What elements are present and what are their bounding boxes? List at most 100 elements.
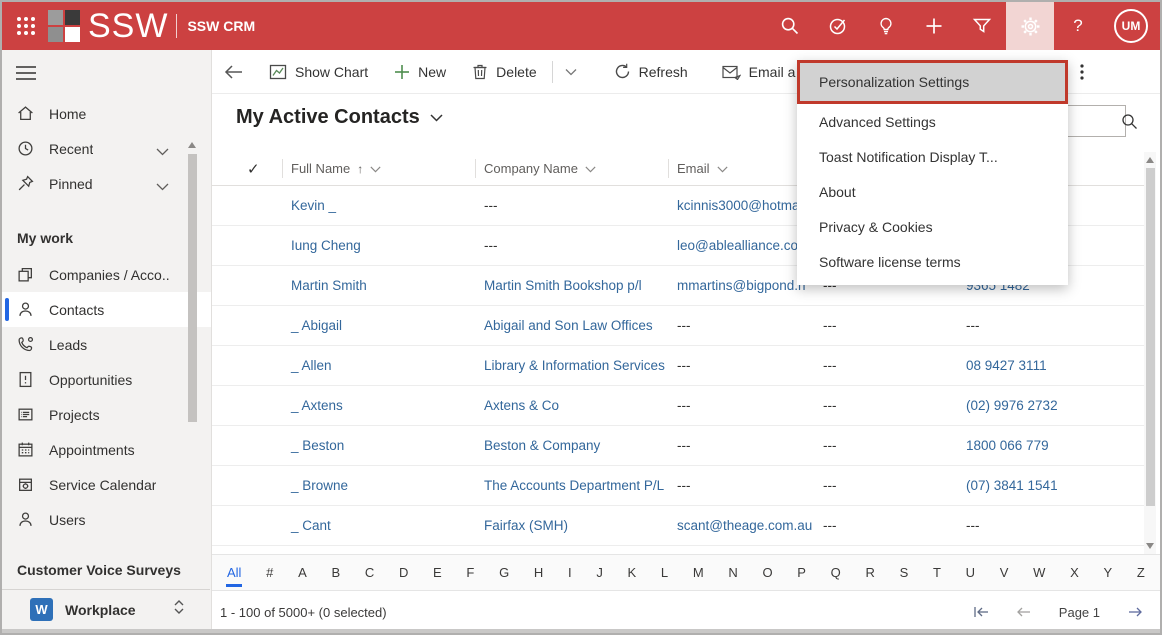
jump-to-z[interactable]: Z <box>1136 563 1146 582</box>
scroll-up-icon[interactable] <box>188 142 196 148</box>
column-header-email[interactable]: Email <box>668 152 814 185</box>
scroll-down-icon[interactable] <box>1146 543 1154 549</box>
grid-scrollbar[interactable] <box>1144 152 1156 554</box>
table-row[interactable]: _ BestonBeston & Company------1800 066 7… <box>212 426 1148 466</box>
full-name-link[interactable]: Martin Smith <box>291 278 367 293</box>
waffle-icon[interactable] <box>2 2 50 50</box>
delete-button[interactable]: Delete <box>459 56 549 88</box>
new-button[interactable]: New <box>381 56 459 88</box>
full-name-link[interactable]: _ Allen <box>291 358 332 373</box>
sidebar-item-home[interactable]: Home <box>2 96 211 131</box>
hamburger-menu-icon[interactable] <box>2 50 211 96</box>
app-name[interactable]: SSW CRM <box>187 18 255 34</box>
full-name-link[interactable]: _ Axtens <box>291 398 343 413</box>
grid-scrollbar-thumb[interactable] <box>1146 168 1155 506</box>
sidebar-item-pinned[interactable]: Pinned <box>2 166 211 201</box>
company-link[interactable]: Library & Information Services <box>484 358 665 373</box>
email-link[interactable]: kcinnis3000@hotma <box>677 198 800 213</box>
row-select-cell[interactable] <box>212 346 282 385</box>
full-name-link[interactable]: _ Abigail <box>291 318 342 333</box>
jump-to-w[interactable]: W <box>1032 563 1046 582</box>
column-header-full-name[interactable]: Full Name↑ <box>282 152 475 185</box>
area-switcher-icon[interactable] <box>172 599 186 620</box>
sidebar-scrollbar-thumb[interactable] <box>188 154 197 422</box>
area-switcher-workplace[interactable]: W Workplace <box>2 589 210 629</box>
select-all-column-header[interactable]: ✓ <box>212 152 282 185</box>
menu-item-software-license-terms[interactable]: Software license terms <box>797 244 1068 279</box>
sidebar-item-projects[interactable]: Projects <box>2 397 211 432</box>
chevron-down-icon[interactable] <box>156 178 169 194</box>
jump-to-t[interactable]: T <box>932 563 942 582</box>
row-select-cell[interactable] <box>212 506 282 545</box>
company-link[interactable]: Martin Smith Bookshop p/l <box>484 278 642 293</box>
jump-to-n[interactable]: N <box>727 563 738 582</box>
jump-to-u[interactable]: U <box>965 563 976 582</box>
ssw-logo[interactable]: SSW <box>48 9 168 43</box>
full-name-link[interactable]: Kevin _ <box>291 198 336 213</box>
chevron-down-icon[interactable] <box>585 161 596 176</box>
phone-link[interactable]: 1800 066 779 <box>966 438 1049 453</box>
row-select-cell[interactable] <box>212 386 282 425</box>
phone-link[interactable]: (02) 9976 2732 <box>966 398 1058 413</box>
full-name-link[interactable]: _ Cant <box>291 518 331 533</box>
sidebar-item-appointments[interactable]: Appointments <box>2 432 211 467</box>
menu-item-advanced-settings[interactable]: Advanced Settings <box>797 104 1068 139</box>
checkmark-icon[interactable]: ✓ <box>221 160 260 178</box>
row-select-cell[interactable] <box>212 266 282 305</box>
search-icon[interactable] <box>1121 113 1138 130</box>
more-options-icon[interactable] <box>1068 58 1096 86</box>
column-header-company-name[interactable]: Company Name <box>475 152 668 185</box>
company-link[interactable]: Axtens & Co <box>484 398 559 413</box>
jump-to-c[interactable]: C <box>364 563 375 582</box>
jump-to-v[interactable]: V <box>999 563 1010 582</box>
avatar[interactable]: UM <box>1114 9 1148 43</box>
jump-to-a[interactable]: A <box>297 563 308 582</box>
refresh-button[interactable]: Refresh <box>601 56 701 88</box>
first-page-icon[interactable] <box>973 606 989 618</box>
table-row[interactable]: _ AxtensAxtens & Co------(02) 9976 2732 <box>212 386 1148 426</box>
show-chart-button[interactable]: Show Chart <box>256 56 381 88</box>
help-icon[interactable]: ? <box>1054 2 1102 50</box>
company-link[interactable]: Fairfax (SMH) <box>484 518 568 533</box>
email-link[interactable]: leo@ablealliance.co <box>677 238 798 253</box>
next-page-icon[interactable] <box>1128 606 1142 618</box>
table-row[interactable]: _ AllenLibrary & Information Services---… <box>212 346 1148 386</box>
back-button[interactable] <box>212 64 256 80</box>
row-select-cell[interactable] <box>212 226 282 265</box>
jump-to-r[interactable]: R <box>865 563 876 582</box>
phone-link[interactable]: (07) 3841 1541 <box>966 478 1058 493</box>
scroll-up-icon[interactable] <box>1146 157 1154 163</box>
guided-help-icon[interactable] <box>814 2 862 50</box>
row-select-cell[interactable] <box>212 426 282 465</box>
filter-icon[interactable] <box>958 2 1006 50</box>
row-select-cell[interactable] <box>212 306 282 345</box>
jump-to-q[interactable]: Q <box>830 563 842 582</box>
jump-to-y[interactable]: Y <box>1102 563 1113 582</box>
jump-to-k[interactable]: K <box>627 563 638 582</box>
full-name-link[interactable]: Iung Cheng <box>291 238 361 253</box>
row-select-cell[interactable] <box>212 466 282 505</box>
menu-item-privacy-cookies[interactable]: Privacy & Cookies <box>797 209 1068 244</box>
full-name-link[interactable]: _ Beston <box>291 438 344 453</box>
row-select-cell[interactable] <box>212 186 282 225</box>
jump-to-l[interactable]: L <box>660 563 669 582</box>
plus-icon[interactable] <box>910 2 958 50</box>
menu-item-toast-notification-display-t[interactable]: Toast Notification Display T... <box>797 139 1068 174</box>
jump-to-d[interactable]: D <box>398 563 409 582</box>
table-row[interactable]: _ BrowneThe Accounts Department P/L-----… <box>212 466 1148 506</box>
menu-item-personalization-settings[interactable]: Personalization Settings <box>797 60 1068 104</box>
jump-to-f[interactable]: F <box>465 563 475 582</box>
sidebar-scrollbar[interactable] <box>187 140 198 635</box>
jump-to-hash[interactable]: # <box>265 563 274 582</box>
sidebar-item-service-calendar[interactable]: Service Calendar <box>2 467 211 502</box>
view-selector[interactable]: My Active Contacts <box>236 106 443 129</box>
table-row[interactable]: _ AbigailAbigail and Son Law Offices----… <box>212 306 1148 346</box>
table-row[interactable]: _ CantFairfax (SMH)scant@theage.com.au--… <box>212 506 1148 546</box>
company-link[interactable]: Abigail and Son Law Offices <box>484 318 653 333</box>
jump-to-e[interactable]: E <box>432 563 443 582</box>
jump-to-g[interactable]: G <box>498 563 510 582</box>
jump-to-j[interactable]: J <box>595 563 604 582</box>
jump-to-all[interactable]: All <box>226 563 242 582</box>
jump-to-x[interactable]: X <box>1069 563 1080 582</box>
jump-to-p[interactable]: P <box>796 563 807 582</box>
